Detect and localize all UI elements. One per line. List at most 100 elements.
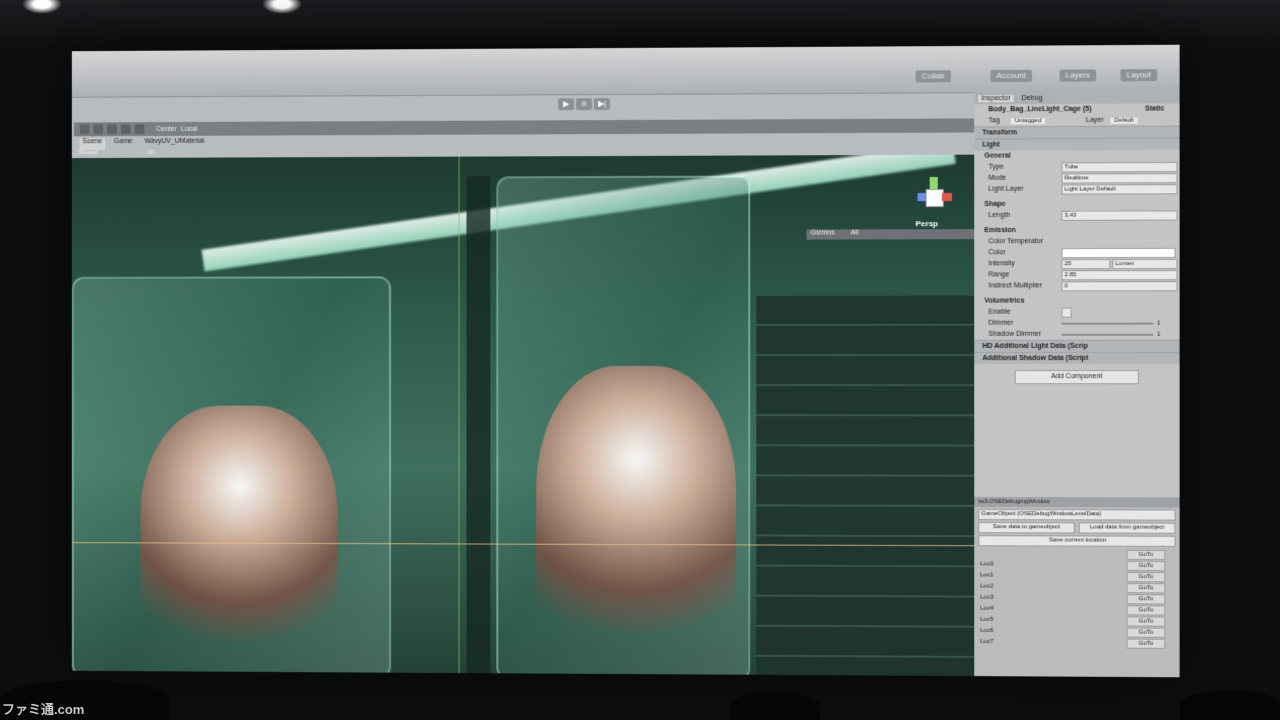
- intensity-field[interactable]: 25: [1061, 258, 1111, 269]
- scale-tool-icon[interactable]: [120, 124, 131, 135]
- add-component-button[interactable]: Add Component: [1014, 370, 1139, 385]
- goto-button[interactable]: GoTo: [1126, 638, 1166, 649]
- scene-viewport[interactable]: Gizmos All Persp: [71, 154, 977, 678]
- layers-button[interactable]: Layers: [1059, 69, 1097, 82]
- scene-search[interactable]: All: [851, 229, 859, 236]
- shading-row: Shaded 2D: [78, 150, 155, 156]
- tab-debug[interactable]: Debug: [1022, 94, 1043, 101]
- goto-button[interactable]: GoTo: [1126, 571, 1166, 583]
- volumetrics-section[interactable]: Volumetrics: [974, 295, 1179, 306]
- location-label: Loc6: [980, 627, 994, 634]
- dimmer-value[interactable]: 1: [1157, 320, 1160, 326]
- hand-tool-icon[interactable]: [79, 124, 90, 135]
- load-data-button[interactable]: Load data from gameobject: [1078, 522, 1176, 534]
- persp-label[interactable]: Persp: [916, 219, 938, 228]
- hd-light-component[interactable]: HD Additional Light Data (Scrip: [974, 339, 1180, 352]
- color-swatch[interactable]: [1061, 247, 1176, 258]
- goto-button[interactable]: GoTo: [1126, 583, 1166, 594]
- light-title: Light: [982, 141, 1000, 149]
- color-temp-row: Color Temperatur: [974, 236, 1179, 248]
- range-label: Range: [988, 271, 1010, 279]
- indirect-field[interactable]: 0: [1061, 280, 1178, 291]
- 2d-toggle[interactable]: 2D: [147, 150, 155, 156]
- goto-button[interactable]: GoTo: [1126, 594, 1166, 605]
- layer-dropdown[interactable]: Default: [1110, 117, 1138, 124]
- range-field[interactable]: 2.85: [1061, 269, 1178, 280]
- move-tool-icon[interactable]: [93, 124, 104, 135]
- wall-panels: [756, 295, 977, 678]
- pivot-local-button[interactable]: Local: [181, 125, 197, 132]
- transform-title: Transform: [982, 129, 1018, 137]
- tab-game[interactable]: Game: [111, 138, 136, 150]
- gizmo-x-axis[interactable]: [941, 192, 952, 202]
- location-label: Loc5: [980, 616, 994, 623]
- gizmos-bar[interactable]: Gizmos All: [806, 229, 977, 240]
- emission-title: Emission: [984, 227, 1016, 235]
- object-name[interactable]: Body_Bag_LineLight_Cage (5): [988, 106, 1091, 114]
- play-button[interactable]: ▶: [558, 98, 575, 111]
- debug-object-field[interactable]: GameObject (OSEDebugWindowLevelData): [978, 508, 1176, 521]
- shape-section[interactable]: Shape: [974, 198, 1179, 210]
- dimmer-slider[interactable]: [1061, 322, 1154, 325]
- shading-mode-dropdown[interactable]: Shaded: [78, 150, 98, 156]
- audience-head: [1180, 690, 1280, 720]
- length-label: Length: [988, 211, 1011, 220]
- gizmos-dropdown[interactable]: Gizmos: [811, 229, 835, 236]
- debug-window-title[interactable]: ss3.OSEDebugingWindow: [974, 496, 1180, 508]
- light-layer-row: Light Layer Light Layer Default: [974, 183, 1179, 195]
- goto-button[interactable]: GoTo: [1126, 560, 1166, 572]
- indirect-label: Indirect Multiplier: [988, 282, 1043, 290]
- tab-scene[interactable]: Scene: [79, 138, 106, 151]
- volumetrics-title: Volumetrics: [984, 297, 1025, 305]
- save-data-button[interactable]: Save data to gameobject: [978, 522, 1075, 534]
- enable-checkbox[interactable]: [1061, 307, 1072, 318]
- shadow-title: Additional Shadow Data (Script: [982, 354, 1089, 363]
- goto-button[interactable]: GoTo: [1126, 605, 1166, 616]
- debug-save-load-row: Save data to gameobject Load data from g…: [978, 522, 1176, 534]
- tag-dropdown[interactable]: Untagged: [1010, 117, 1046, 124]
- rect-tool-icon[interactable]: [134, 124, 145, 135]
- shadow-component[interactable]: Additional Shadow Data (Script: [974, 351, 1180, 365]
- light-component[interactable]: Light: [974, 137, 1180, 151]
- location-label: Loc2: [980, 583, 994, 590]
- emission-section[interactable]: Emission: [974, 225, 1179, 237]
- shadow-dimmer-value[interactable]: 1: [1157, 331, 1160, 337]
- gizmo-y-axis[interactable]: [929, 176, 938, 190]
- gizmo-z-axis[interactable]: [917, 193, 926, 202]
- orientation-gizmo[interactable]: [914, 176, 954, 217]
- pause-button[interactable]: II: [576, 98, 593, 111]
- location-row: Loc0 GoTo: [974, 559, 1179, 572]
- goto-button[interactable]: GoTo: [1126, 627, 1166, 638]
- pillar: [466, 176, 491, 676]
- type-dropdown[interactable]: Tube: [1061, 161, 1178, 172]
- tab-inspector[interactable]: Inspector: [978, 94, 1014, 102]
- account-button[interactable]: Account: [990, 69, 1032, 83]
- length-field[interactable]: 3.43: [1061, 209, 1178, 221]
- collab-button[interactable]: Collab: [915, 70, 951, 83]
- enable-label: Enable: [988, 308, 1011, 316]
- intensity-row: Intensity 25 Lumen: [974, 258, 1179, 269]
- layout-button[interactable]: Layout: [1120, 69, 1158, 82]
- light-layer-dropdown[interactable]: Light Layer Default: [1061, 183, 1178, 195]
- general-section[interactable]: General: [974, 150, 1179, 162]
- static-toggle[interactable]: Static: [1145, 105, 1164, 112]
- intensity-unit-dropdown[interactable]: Lumen: [1112, 258, 1178, 269]
- location-label: Loc3: [980, 594, 994, 601]
- type-row: Type Tube: [974, 161, 1179, 173]
- light-layer-label: Light Layer: [988, 185, 1024, 193]
- save-location-button[interactable]: Save current location: [978, 535, 1176, 547]
- length-row: Length 3.43: [974, 209, 1179, 221]
- goto-button[interactable]: GoTo: [1126, 549, 1166, 561]
- transform-component[interactable]: Transform: [974, 125, 1180, 139]
- range-row: Range 2.85: [974, 269, 1179, 280]
- figure-center: [536, 365, 737, 677]
- mode-dropdown[interactable]: Realtime: [1061, 172, 1178, 184]
- location-label: Loc4: [980, 605, 994, 612]
- goto-button[interactable]: GoTo: [1126, 616, 1166, 627]
- location-row: Loc1 GoTo: [974, 570, 1179, 583]
- step-button[interactable]: ▶|: [594, 98, 611, 111]
- pivot-center-button[interactable]: Center: [156, 125, 177, 132]
- shadow-dimmer-slider[interactable]: [1061, 333, 1154, 336]
- rotate-tool-icon[interactable]: [107, 124, 117, 135]
- tab-material[interactable]: WavyUV_UMaterial: [141, 138, 207, 150]
